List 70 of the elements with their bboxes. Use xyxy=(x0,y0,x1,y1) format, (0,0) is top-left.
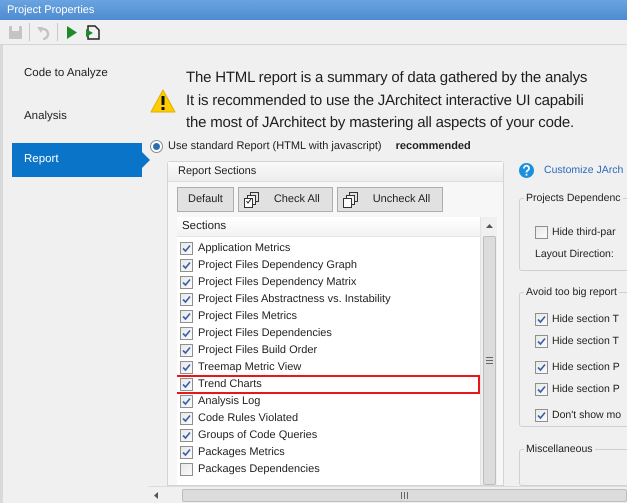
checkbox[interactable] xyxy=(180,395,193,408)
section-label: Project Files Metrics xyxy=(198,309,298,324)
section-label: Packages Metrics xyxy=(198,445,285,460)
help-icon xyxy=(519,163,534,178)
grip-icon xyxy=(401,492,408,498)
scroll-up-icon xyxy=(484,223,494,229)
uncheck-all-icon xyxy=(342,192,358,208)
sidebar-item[interactable]: Code to Analyze xyxy=(3,57,140,91)
toolbar-button[interactable]: Uncheck All xyxy=(336,187,444,212)
checkbox[interactable] xyxy=(180,446,193,459)
group-title: Projects Dependenc xyxy=(524,190,623,205)
section-label: Analysis Log xyxy=(198,394,260,410)
checkbox[interactable] xyxy=(180,361,193,374)
checkbox[interactable] xyxy=(180,276,193,289)
horizontal-scrollbar[interactable] xyxy=(148,486,627,503)
section-label: Project Files Dependencies xyxy=(198,326,332,342)
checkbox[interactable] xyxy=(180,259,193,272)
checkbox[interactable] xyxy=(535,335,548,348)
checkbox-label: Hide section T xyxy=(552,334,619,350)
checkbox[interactable] xyxy=(535,361,548,374)
check-all-icon xyxy=(244,192,259,208)
section-label: Project Files Abstractness vs. Instability xyxy=(198,292,391,308)
checkbox-label: Hide section P xyxy=(552,382,620,398)
checkbox-label: Hide section T xyxy=(552,312,619,328)
section-label: Trend Charts xyxy=(198,377,262,392)
checkbox[interactable] xyxy=(180,463,193,476)
checkbox[interactable] xyxy=(535,409,548,422)
section-label: Project Files Dependency Graph xyxy=(198,258,357,274)
checkbox[interactable] xyxy=(180,378,193,391)
checkbox[interactable] xyxy=(535,313,548,326)
checkbox[interactable] xyxy=(180,412,193,425)
scrollbar-thumb[interactable] xyxy=(482,236,496,485)
scroll-left-icon xyxy=(153,490,159,500)
checkbox[interactable] xyxy=(180,344,193,357)
section-label: Treemap Metric View xyxy=(198,360,302,376)
vertical-scrollbar[interactable] xyxy=(480,217,497,485)
section-label: Project Files Dependency Matrix xyxy=(198,275,356,290)
intro-paragraph: The HTML report is a summary of data gathered by the analys It is recommended to use the JArchitect interactive UI capabili the most of JArchitect by mastering all aspects of your code. xyxy=(186,68,588,134)
section-label: Code Rules Violated xyxy=(198,411,298,426)
toolbar-button[interactable]: Check All xyxy=(238,187,333,212)
radio-button[interactable] xyxy=(150,140,163,152)
section-label: Project Files Build Order xyxy=(198,343,318,358)
checkbox[interactable] xyxy=(180,429,193,442)
customize-link[interactable]: Customize JArch xyxy=(544,163,624,179)
scrollbar-thumb[interactable] xyxy=(182,488,627,502)
section-label: Packages Dependencies xyxy=(198,462,320,478)
panel-title: Report Sections xyxy=(178,164,256,180)
checkbox[interactable] xyxy=(180,310,193,323)
toolbar-button[interactable]: Default xyxy=(177,187,234,212)
section-label: Groups of Code Queries xyxy=(198,428,318,444)
checkbox[interactable] xyxy=(535,383,548,396)
section-label: Application Metrics xyxy=(198,241,290,256)
checkbox-label: Hide third-par xyxy=(552,224,616,240)
warning-icon xyxy=(150,89,176,113)
document-play-icon[interactable] xyxy=(85,24,100,40)
play-icon[interactable] xyxy=(64,24,79,40)
checkbox-label: Hide section P xyxy=(552,360,620,376)
checkbox[interactable] xyxy=(180,293,193,306)
checkbox[interactable] xyxy=(180,327,193,340)
field-label: Layout Direction: xyxy=(535,246,614,262)
recommended-note: recommended xyxy=(396,138,471,154)
checkbox[interactable] xyxy=(535,226,548,240)
sidebar-item[interactable]: Analysis xyxy=(3,100,140,134)
window-title: Project Properties xyxy=(7,2,94,18)
group-title: Avoid too big report xyxy=(524,285,619,300)
checkbox[interactable] xyxy=(180,242,193,255)
sidebar-item[interactable]: Report xyxy=(12,143,150,177)
checkbox-label: Don't show mo xyxy=(552,408,622,424)
grip-icon xyxy=(486,357,492,364)
radio-label: Use standard Report (HTML with javascript) xyxy=(168,138,382,154)
